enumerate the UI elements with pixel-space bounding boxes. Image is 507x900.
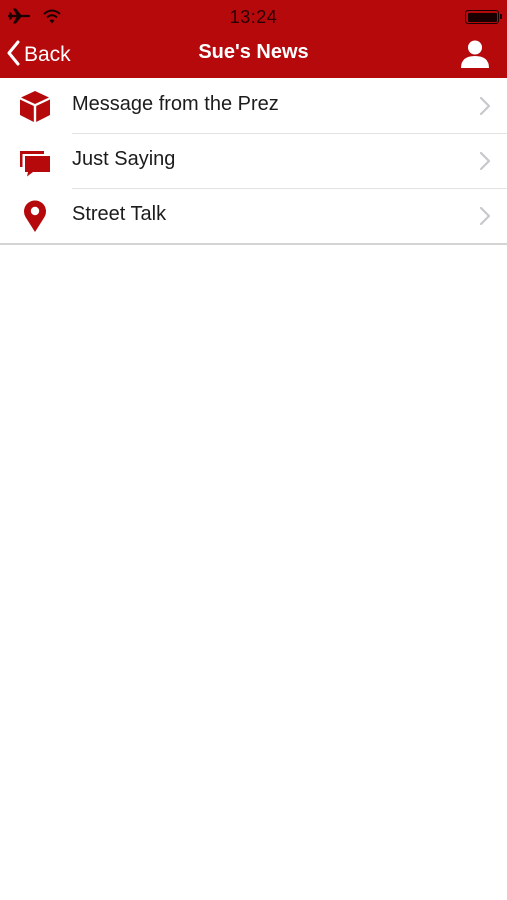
chat-bubbles-icon	[17, 143, 53, 179]
menu-item-message-from-the-prez[interactable]: Message from the Prez	[0, 78, 507, 133]
chevron-right-icon	[479, 151, 491, 171]
profile-button[interactable]	[459, 38, 491, 70]
menu-item-label: Street Talk	[72, 203, 167, 225]
user-icon	[459, 40, 491, 74]
menu-list: Message from the Prez Just Saying Street…	[0, 78, 507, 245]
battery-level	[467, 12, 497, 22]
menu-item-street-talk[interactable]: Street Talk	[0, 188, 507, 243]
battery-icon	[465, 10, 502, 24]
page-title: Sue's News	[198, 41, 309, 63]
chevron-right-icon	[479, 96, 491, 116]
menu-item-just-saying[interactable]: Just Saying	[0, 133, 507, 188]
status-time: 13:24	[229, 7, 278, 27]
cube-icon	[17, 88, 53, 124]
app-header: 13:24 Back Sue's News	[0, 0, 507, 78]
status-bar: 13:24	[0, 0, 507, 34]
menu-item-label: Message from the Prez	[72, 93, 279, 115]
map-pin-icon	[17, 198, 53, 234]
navigation-bar: Back Sue's News	[0, 34, 507, 78]
menu-item-label: Just Saying	[72, 148, 176, 170]
chevron-right-icon	[479, 206, 491, 226]
